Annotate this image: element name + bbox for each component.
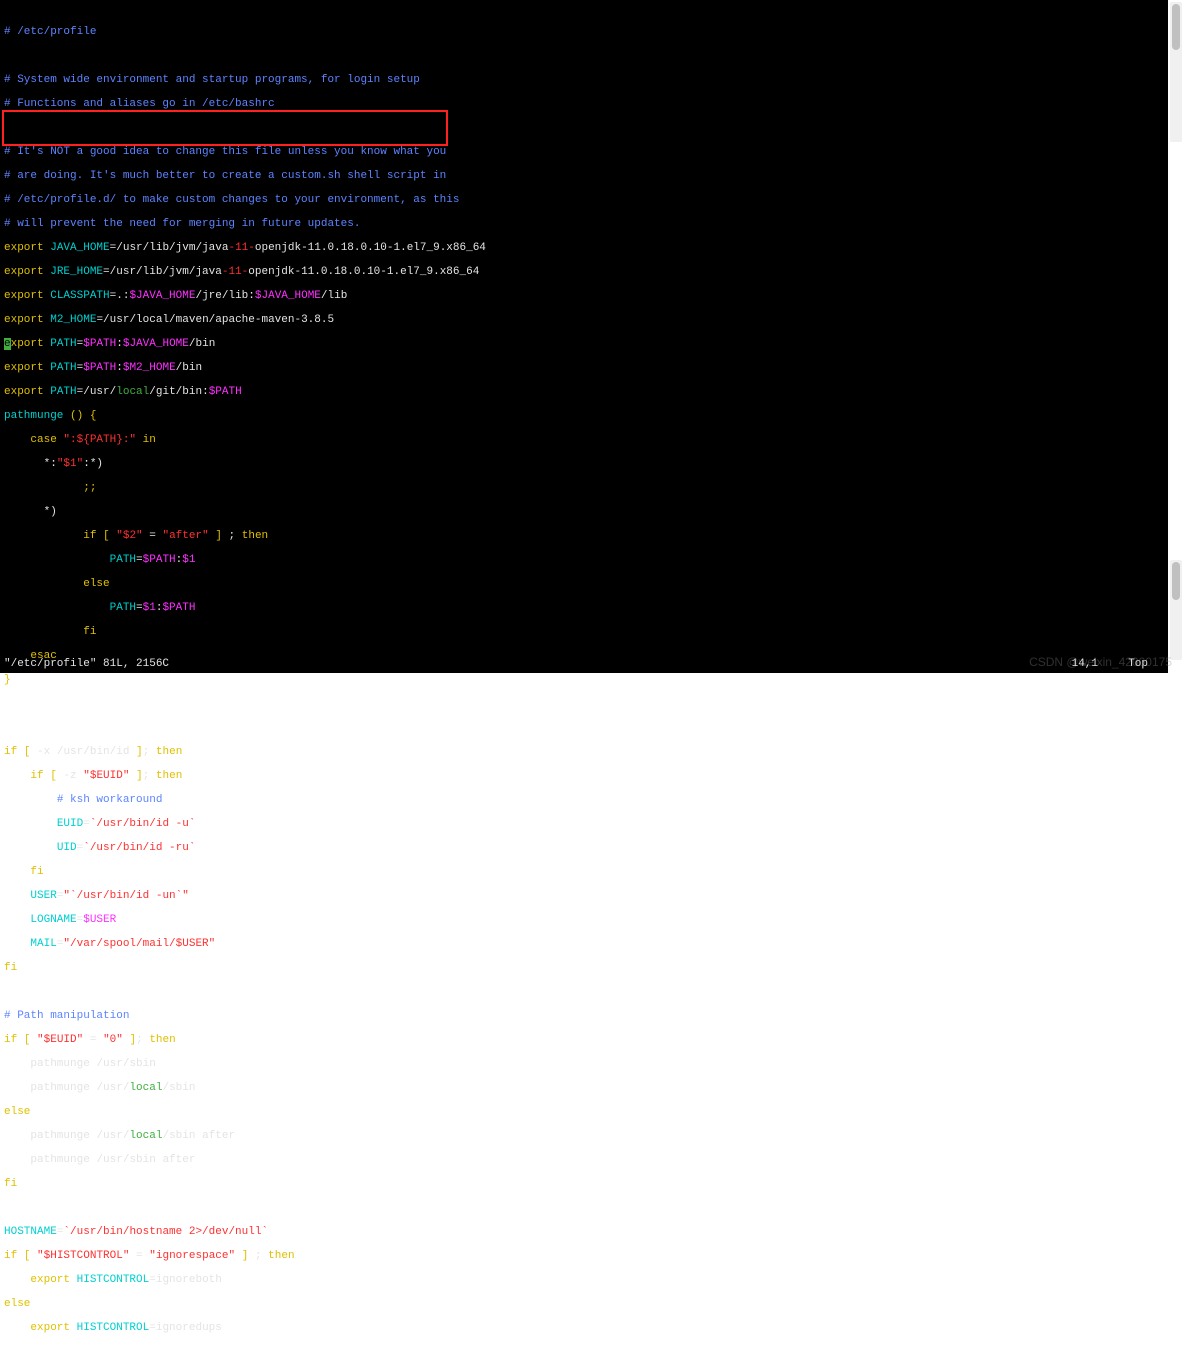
scrollbar-track-bottom[interactable]	[1170, 560, 1182, 660]
vim-cursor-position: 14,1	[1072, 658, 1098, 670]
blank-line	[4, 1202, 1164, 1214]
cursor: e	[4, 338, 11, 350]
code-line: fi	[4, 1178, 1164, 1190]
code-line: HOSTNAME=`/usr/bin/hostname 2>/dev/null`	[4, 1226, 1164, 1238]
code-line: pathmunge /usr/local/sbin after	[4, 1130, 1164, 1142]
code-line: LOGNAME=$USER	[4, 914, 1164, 926]
code-line: esac	[4, 650, 1164, 662]
code-line: export PATH=$PATH:$M2_HOME/bin	[4, 362, 1164, 374]
code-line: *:"$1":*)	[4, 458, 1164, 470]
code-line: if [ "$2" = "after" ] ; then	[4, 530, 1164, 542]
code-line: fi	[4, 962, 1164, 974]
code-line: fi	[4, 866, 1164, 878]
code-line: if [ "$HISTCONTROL" = "ignorespace" ] ; …	[4, 1250, 1164, 1262]
vim-status-line: "/etc/profile" 81L, 2156C	[4, 658, 169, 670]
scrollbar-thumb[interactable]	[1172, 562, 1180, 600]
code-line: if [ -x /usr/bin/id ]; then	[4, 746, 1164, 758]
code-line: export M2_HOME=/usr/local/maven/apache-m…	[4, 314, 1164, 326]
code-line: PATH=$1:$PATH	[4, 602, 1164, 614]
comment: # Path manipulation	[4, 1010, 1164, 1022]
code-line: case ":${PATH}:" in	[4, 434, 1164, 446]
code-line: export PATH=$PATH:$JAVA_HOME/bin	[4, 338, 1164, 350]
code-line: else	[4, 578, 1164, 590]
code-line: EUID=`/usr/bin/id -u`	[4, 818, 1164, 830]
code-line: pathmunge /usr/local/sbin	[4, 1082, 1164, 1094]
comment: # It's NOT a good idea to change this fi…	[4, 146, 1164, 158]
code-line: PATH=$PATH:$1	[4, 554, 1164, 566]
blank-line	[4, 722, 1164, 734]
code-line: export PATH=/usr/local/git/bin:$PATH	[4, 386, 1164, 398]
vim-scroll-indicator: Top	[1128, 658, 1148, 670]
code-line: export HISTCONTROL=ignoreboth	[4, 1274, 1164, 1286]
code-line: MAIL="/var/spool/mail/$USER"	[4, 938, 1164, 950]
code-line: export CLASSPATH=.:$JAVA_HOME/jre/lib:$J…	[4, 290, 1164, 302]
code-line: else	[4, 1298, 1164, 1310]
comment: # System wide environment and startup pr…	[4, 74, 1164, 86]
comment: # /etc/profile.d/ to make custom changes…	[4, 194, 1164, 206]
blank-line	[4, 122, 1164, 134]
terminal-viewport[interactable]: # /etc/profile # System wide environment…	[0, 0, 1168, 673]
code-line: *)	[4, 506, 1164, 518]
scrollbar-thumb[interactable]	[1172, 4, 1180, 50]
code-line: pathmunge /usr/sbin after	[4, 1154, 1164, 1166]
code-line: USER="`/usr/bin/id -un`"	[4, 890, 1164, 902]
comment: # are doing. It's much better to create …	[4, 170, 1164, 182]
comment: # ksh workaround	[4, 794, 1164, 806]
code-line: UID=`/usr/bin/id -ru`	[4, 842, 1164, 854]
comment: # will prevent the need for merging in f…	[4, 218, 1164, 230]
code-line: ;;	[4, 482, 1164, 494]
blank-line	[4, 698, 1164, 710]
code-line: else	[4, 1106, 1164, 1118]
comment: # /etc/profile	[4, 26, 1164, 38]
code-line: if [ "$EUID" = "0" ]; then	[4, 1034, 1164, 1046]
code-line: if [ -z "$EUID" ]; then	[4, 770, 1164, 782]
code-line: pathmunge () {	[4, 410, 1164, 422]
code-line: fi	[4, 626, 1164, 638]
code-line: export HISTCONTROL=ignoredups	[4, 1322, 1164, 1334]
code-line: export JRE_HOME=/usr/lib/jvm/java-11-ope…	[4, 266, 1164, 278]
scrollbar-track-top[interactable]	[1170, 2, 1182, 142]
code-line: pathmunge /usr/sbin	[4, 1058, 1164, 1070]
blank-line	[4, 986, 1164, 998]
comment: # Functions and aliases go in /etc/bashr…	[4, 98, 1164, 110]
blank-line	[4, 50, 1164, 62]
code-line: export JAVA_HOME=/usr/lib/jvm/java-11-op…	[4, 242, 1164, 254]
code-line: }	[4, 674, 1164, 686]
